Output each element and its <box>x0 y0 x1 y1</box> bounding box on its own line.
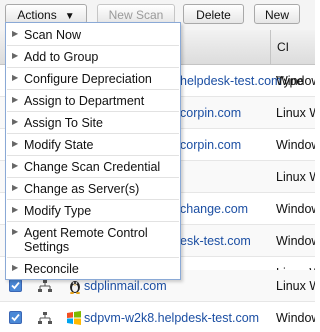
menu-item-reconcile[interactable]: ▶ Reconcile <box>7 258 179 279</box>
menu-item-label: Reconcile <box>24 262 79 276</box>
menu-item-label: Modify State <box>24 138 94 152</box>
triangle-right-icon: ▶ <box>12 29 19 38</box>
actions-menu: ▶ Scan Now ▶ Add to Group ▶ Configure De… <box>5 22 181 280</box>
checkmark-icon <box>11 281 20 290</box>
windows-logo-icon <box>67 311 81 325</box>
table-row[interactable]: sdpvm-w2k8.helpdesk-test.com Window <box>0 302 315 332</box>
triangle-right-icon: ▶ <box>12 139 19 148</box>
ci-type-cell: Window <box>276 202 315 216</box>
ci-type-cell: Linux W <box>276 279 315 293</box>
new-button[interactable]: New <box>254 4 300 24</box>
menu-item-label: Agent Remote Control Settings <box>24 226 148 254</box>
menu-item-configure-depreciation[interactable]: ▶ Configure Depreciation <box>7 68 179 90</box>
network-icon <box>38 280 52 292</box>
row-checkbox[interactable] <box>9 279 22 292</box>
ci-type-cell: Window <box>276 234 315 248</box>
checkmark-icon <box>11 313 20 322</box>
menu-item-scan-now[interactable]: ▶ Scan Now <box>7 24 179 46</box>
triangle-right-icon: ▶ <box>12 183 19 192</box>
menu-item-add-to-group[interactable]: ▶ Add to Group <box>7 46 179 68</box>
assets-page: Actions ▼ New Scan Delete New CI Type hel… <box>0 0 315 332</box>
menu-item-label: Change as Server(s) <box>24 182 140 196</box>
ci-name-link[interactable]: esk-test.com <box>180 225 251 257</box>
triangle-right-icon: ▶ <box>12 205 19 214</box>
delete-button[interactable]: Delete <box>183 4 244 24</box>
ci-type-cell: Window <box>276 138 315 152</box>
network-icon <box>38 312 52 324</box>
ci-type-cell: Window <box>276 74 315 88</box>
menu-item-change-scan-credential[interactable]: ▶ Change Scan Credential <box>7 156 179 178</box>
menu-item-assign-to-department[interactable]: ▶ Assign to Department <box>7 90 179 112</box>
triangle-right-icon: ▶ <box>12 117 19 126</box>
menu-item-assign-to-site[interactable]: ▶ Assign To Site <box>7 112 179 134</box>
actions-button[interactable]: Actions ▼ <box>5 4 87 24</box>
new-scan-button[interactable]: New Scan <box>97 4 175 24</box>
ci-name-link[interactable]: sdpvm-w2k8.helpdesk-test.com <box>84 302 259 332</box>
ci-type-cell: Linux W <box>276 170 315 184</box>
triangle-right-icon: ▶ <box>12 95 19 104</box>
ci-name-link[interactable]: corpin.com <box>180 97 241 129</box>
actions-label: Actions <box>17 8 57 22</box>
ci-name-link[interactable]: helpdesk-test.com <box>180 65 281 97</box>
menu-item-label: Assign to Department <box>24 94 145 108</box>
ci-type-cell: Window <box>276 311 315 325</box>
row-checkbox[interactable] <box>9 311 22 324</box>
ci-type-cell: Linux W <box>276 106 315 120</box>
triangle-right-icon: ▶ <box>12 51 19 60</box>
ci-type-column-header[interactable]: CI Type <box>270 30 315 88</box>
menu-item-label: Scan Now <box>24 28 81 42</box>
menu-item-label: Modify Type <box>24 204 92 218</box>
menu-item-label: Add to Group <box>24 50 99 64</box>
menu-item-agent-remote-control-settings[interactable]: ▶ Agent Remote Control Settings <box>7 222 179 258</box>
menu-item-label: Change Scan Credential <box>24 160 161 174</box>
menu-item-change-as-servers[interactable]: ▶ Change as Server(s) <box>7 178 179 200</box>
triangle-right-icon: ▶ <box>12 73 19 82</box>
menu-item-label: Assign To Site <box>24 116 103 130</box>
menu-item-modify-type[interactable]: ▶ Modify Type <box>7 200 179 222</box>
menu-item-modify-state[interactable]: ▶ Modify State <box>7 134 179 156</box>
triangle-right-icon: ▶ <box>12 161 19 170</box>
ci-name-link[interactable]: corpin.com <box>180 129 241 161</box>
linux-penguin-icon <box>70 281 80 294</box>
triangle-right-icon: ▶ <box>12 227 19 236</box>
ci-name-link[interactable]: change.com <box>180 193 248 225</box>
menu-item-label: Configure Depreciation <box>24 72 152 86</box>
triangle-right-icon: ▶ <box>12 263 19 272</box>
